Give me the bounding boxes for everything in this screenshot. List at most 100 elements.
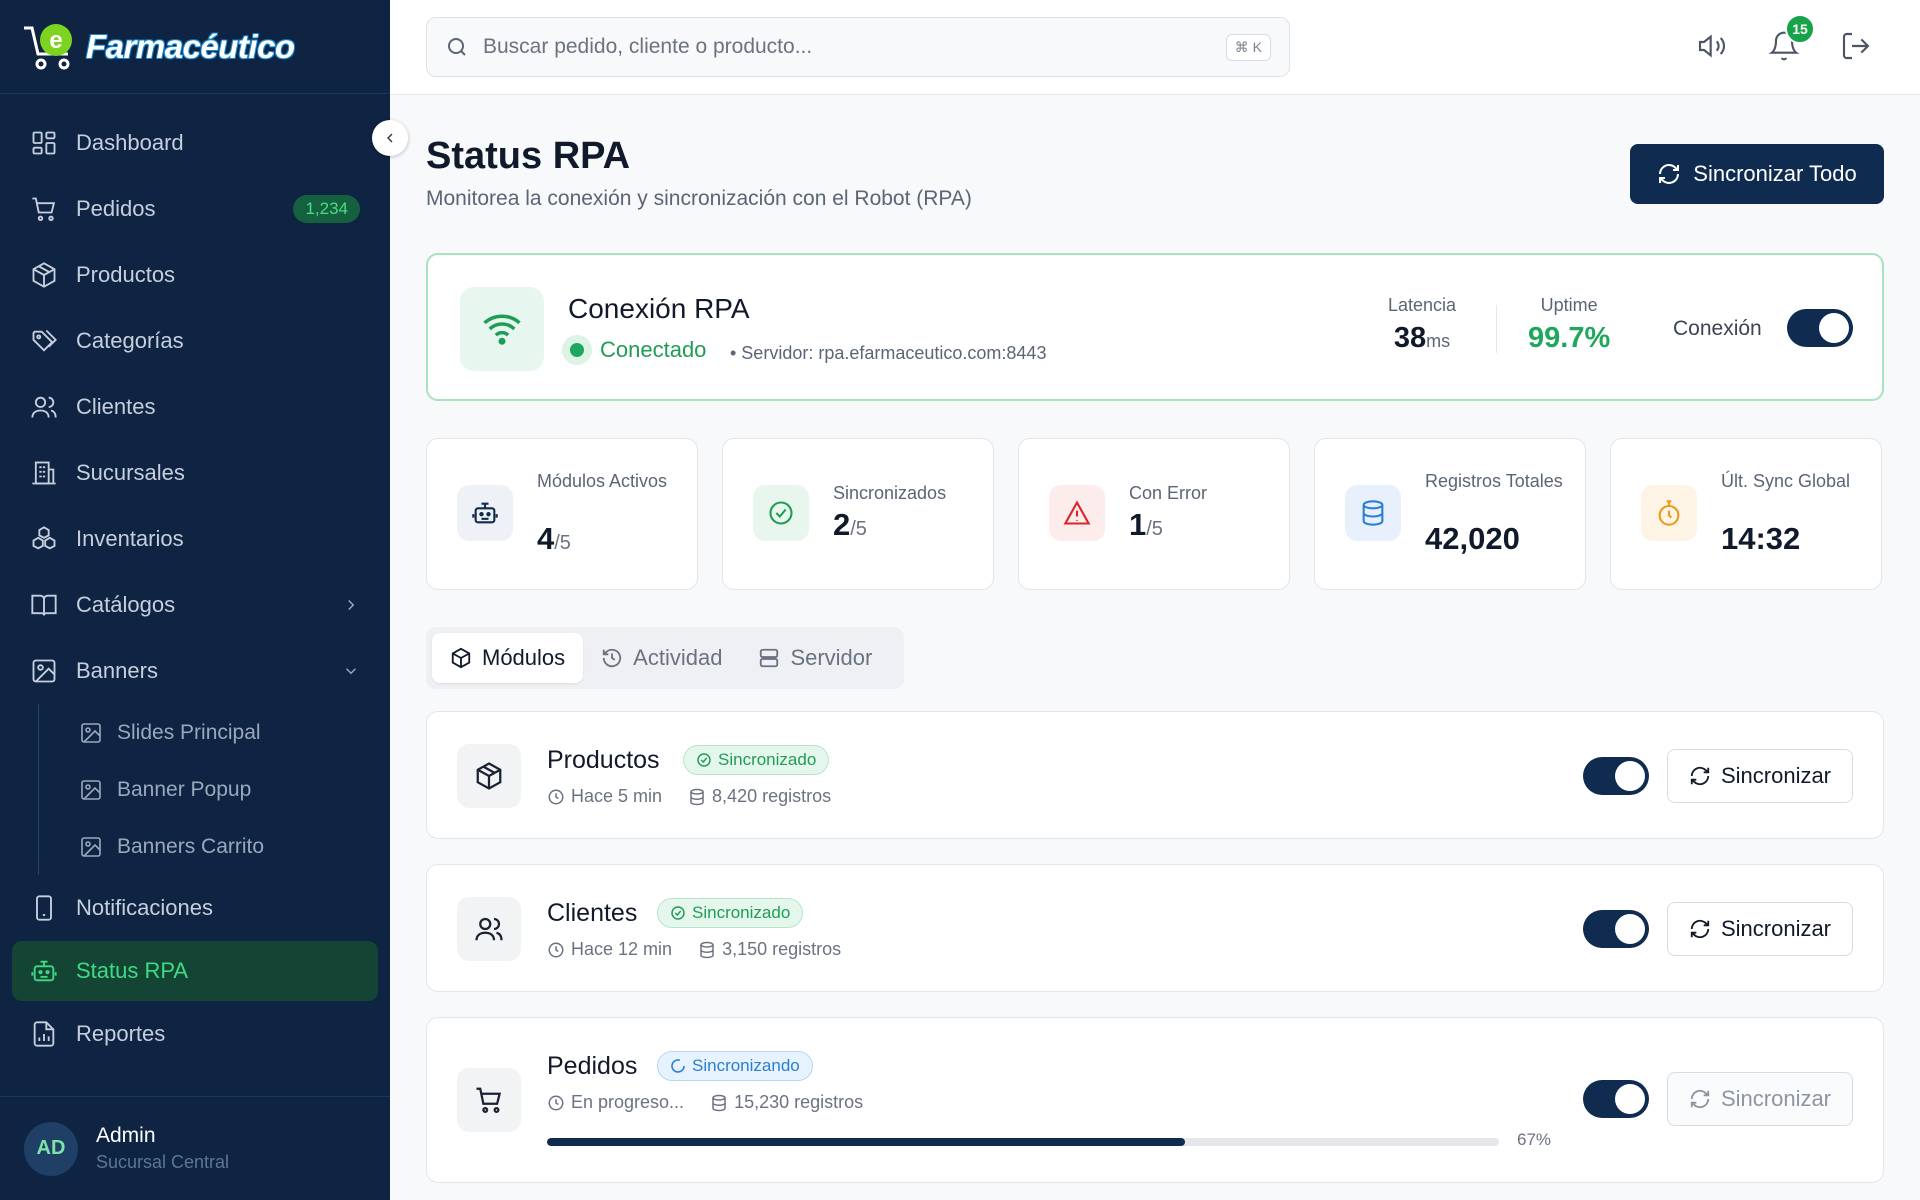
orders-count-badge: 1,234 (293, 195, 360, 223)
module-toggle[interactable] (1583, 1080, 1649, 1118)
stat-card-records: Registros Totales 42,020 (1314, 438, 1586, 590)
warning-icon (1049, 485, 1105, 541)
sidebar-item-clientes[interactable]: Clientes (0, 374, 390, 440)
module-records-text: 3,150 registros (722, 939, 842, 959)
sync-progress-bar (547, 1138, 1499, 1146)
tab-actividad[interactable]: Actividad (583, 633, 740, 683)
spinner-icon (671, 1059, 685, 1073)
status-badge-text: Sincronizando (692, 1056, 800, 1075)
notification-count-badge: 15 (1785, 14, 1815, 44)
report-icon (33, 1021, 55, 1047)
sync-button[interactable]: Sincronizar (1667, 1072, 1853, 1126)
sidebar-subitem-carrito[interactable]: Banners Carrito (39, 818, 390, 875)
sidebar-item-productos[interactable]: Productos (0, 242, 390, 308)
volume-icon[interactable] (1696, 30, 1728, 62)
sync-button[interactable]: Sincronizar (1667, 749, 1853, 803)
stat-label: Módulos Activos (537, 471, 668, 491)
cart-icon (457, 1068, 521, 1132)
clock-icon (548, 1095, 564, 1110)
sync-all-label: Sincronizar Todo (1693, 161, 1857, 186)
sidebar-item-label: Pedidos (76, 196, 156, 221)
check-circle-icon (753, 485, 809, 541)
robot-icon (457, 485, 513, 541)
module-meta: Hace 12 min 3,150 registros (547, 939, 867, 960)
module-meta: En progreso... 15,230 registros (547, 1092, 889, 1113)
sidebar-item-categorias[interactable]: Categorías (0, 308, 390, 374)
module-records: 8,420 registros (688, 786, 831, 807)
module-card-clientes: Clientes Sincronizado Hace 12 min 3,150 … (426, 864, 1884, 992)
sidebar-item-label: Dashboard (76, 130, 184, 155)
tab-servidor[interactable]: Servidor (740, 633, 890, 683)
sidebar-subitem-label: Banners Carrito (117, 834, 265, 858)
stat-number: 4 (537, 521, 555, 556)
sidebar-item-label: Clientes (76, 394, 156, 419)
chevron-down-icon (345, 668, 357, 675)
status-badge-text: Sincronizado (718, 750, 817, 769)
boxes-icon (32, 526, 56, 550)
stat-label: Registros Totales (1425, 471, 1563, 491)
user-name: Admin (96, 1124, 156, 1147)
module-toggle[interactable] (1583, 757, 1649, 795)
connection-toggle-label: Conexión (1673, 317, 1762, 340)
timer-icon (1641, 485, 1697, 541)
stat-card-synced: Sincronizados 2/5 (722, 438, 994, 590)
sidebar-item-label: Banners (76, 658, 158, 683)
sidebar-item-banners[interactable]: Banners (0, 638, 390, 704)
image-icon (81, 722, 101, 743)
sidebar-subitem-popup[interactable]: Banner Popup (39, 761, 390, 818)
module-time: En progreso... (547, 1092, 684, 1113)
stat-number: 2 (833, 507, 851, 542)
stat-card-last-sync: Últ. Sync Global 14:32 (1610, 438, 1882, 590)
sidebar-item-notificaciones[interactable]: Notificaciones (0, 875, 390, 941)
database-icon (1345, 485, 1401, 541)
tab-modulos[interactable]: Módulos (432, 633, 584, 683)
image-icon (81, 779, 101, 800)
search-icon (448, 38, 466, 56)
sidebar-subitem-slides[interactable]: Slides Principal (39, 704, 390, 761)
module-name: Productos (547, 746, 660, 774)
module-name: Clientes (547, 899, 638, 927)
stat-value: 2/5 (833, 507, 867, 543)
sidebar-item-catalogos[interactable]: Catálogos (0, 572, 390, 638)
sync-progress-percent: 67% (1517, 1130, 1552, 1149)
module-card-pedidos: Pedidos Sincronizando En progreso... 15,… (426, 1017, 1884, 1183)
logo[interactable]: e Farmacéutico (0, 0, 390, 94)
module-time: Hace 5 min (547, 786, 662, 807)
sidebar-subitem-label: Banner Popup (117, 777, 252, 801)
tag-icon (32, 329, 57, 352)
connection-status: Conectado (562, 335, 706, 365)
search-input[interactable] (483, 35, 1226, 59)
stat-total: /5 (554, 532, 571, 554)
sidebar-item-status-rpa[interactable]: Status RPA (12, 941, 378, 1001)
book-icon (31, 594, 57, 616)
sync-all-button[interactable]: Sincronizar Todo (1630, 144, 1884, 204)
logout-icon[interactable] (1840, 30, 1872, 62)
module-time-text: Hace 5 min (571, 786, 663, 806)
latency-unit: ms (1426, 331, 1451, 351)
cart-icon (32, 197, 56, 222)
sidebar-item-sucursales[interactable]: Sucursales (0, 440, 390, 506)
sidebar-item-dashboard[interactable]: Dashboard (0, 110, 390, 176)
connection-toggle[interactable] (1787, 309, 1853, 347)
banners-submenu: Slides Principal Banner Popup Banners Ca… (38, 704, 390, 875)
check-circle-icon (671, 906, 685, 920)
sync-button[interactable]: Sincronizar (1667, 902, 1853, 956)
tab-label: Servidor (790, 645, 873, 670)
sidebar-item-reportes[interactable]: Reportes (0, 1001, 390, 1067)
search-box[interactable]: ⌘ K (426, 17, 1290, 77)
sidebar-item-inventarios[interactable]: Inventarios (0, 506, 390, 572)
shortcut-hint: ⌘ K (1225, 33, 1271, 61)
user-branch: Sucursal Central (96, 1152, 230, 1172)
image-icon (32, 659, 56, 683)
stat-number: 14:32 (1721, 521, 1801, 556)
clock-icon (548, 942, 564, 957)
stat-label: Sincronizados (833, 483, 947, 503)
collapse-sidebar-button[interactable] (372, 120, 408, 156)
refresh-icon (1690, 919, 1710, 939)
sidebar-item-pedidos[interactable]: Pedidos 1,234 (0, 176, 390, 242)
metric-divider (1496, 305, 1497, 353)
sidebar-item-label: Sucursales (76, 460, 185, 485)
module-toggle[interactable] (1583, 910, 1649, 948)
refresh-icon (1659, 164, 1680, 184)
user-profile[interactable]: AD Admin Sucursal Central (0, 1096, 390, 1200)
